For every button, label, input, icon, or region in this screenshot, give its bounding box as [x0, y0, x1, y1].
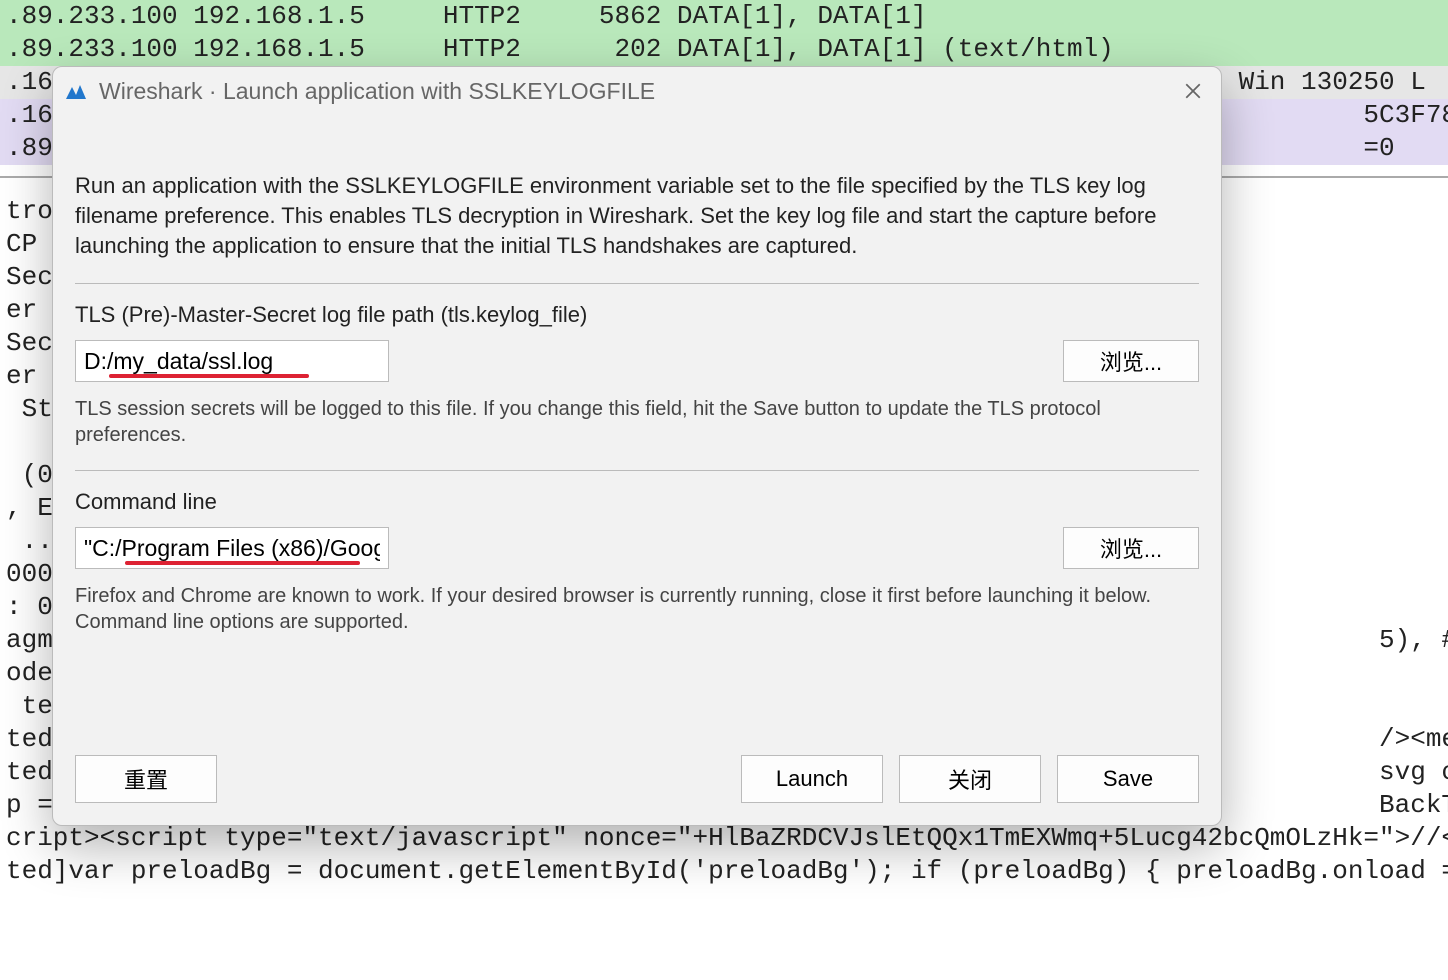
dialog-titlebar[interactable]: Wireshark · Launch application with SSLK… [53, 67, 1221, 115]
command-hint: Firefox and Chrome are known to work. If… [75, 583, 1199, 635]
separator [75, 470, 1199, 471]
wireshark-icon [63, 78, 89, 104]
reset-button[interactable]: 重置 [75, 755, 217, 803]
command-line-label: Command line [75, 489, 1199, 515]
close-icon[interactable] [1173, 71, 1213, 111]
detail-line: cript><script type="text/javascript" non… [0, 822, 1448, 855]
command-browse-button[interactable]: 浏览... [1063, 527, 1199, 569]
detail-line: ted]var preloadBg = document.getElementB… [0, 855, 1448, 888]
save-button[interactable]: Save [1057, 755, 1199, 803]
dialog-title: Wireshark · Launch application with SSLK… [99, 78, 1173, 105]
packet-row[interactable]: .89.233.100 192.168.1.5 HTTP2 202 DATA[1… [0, 33, 1448, 66]
launch-button[interactable]: Launch [741, 755, 883, 803]
separator [75, 283, 1199, 284]
tls-browse-button[interactable]: 浏览... [1063, 340, 1199, 382]
close-button[interactable]: 关闭 [899, 755, 1041, 803]
tls-path-input[interactable] [75, 340, 389, 382]
dialog-description: Run an application with the SSLKEYLOGFIL… [75, 171, 1199, 261]
tls-hint: TLS session secrets will be logged to th… [75, 396, 1199, 448]
command-line-input[interactable] [75, 527, 389, 569]
sslkeylogfile-dialog: Wireshark · Launch application with SSLK… [52, 66, 1222, 826]
packet-row[interactable]: .89.233.100 192.168.1.5 HTTP2 5862 DATA[… [0, 0, 1448, 33]
tls-path-label: TLS (Pre)-Master-Secret log file path (t… [75, 302, 1199, 328]
